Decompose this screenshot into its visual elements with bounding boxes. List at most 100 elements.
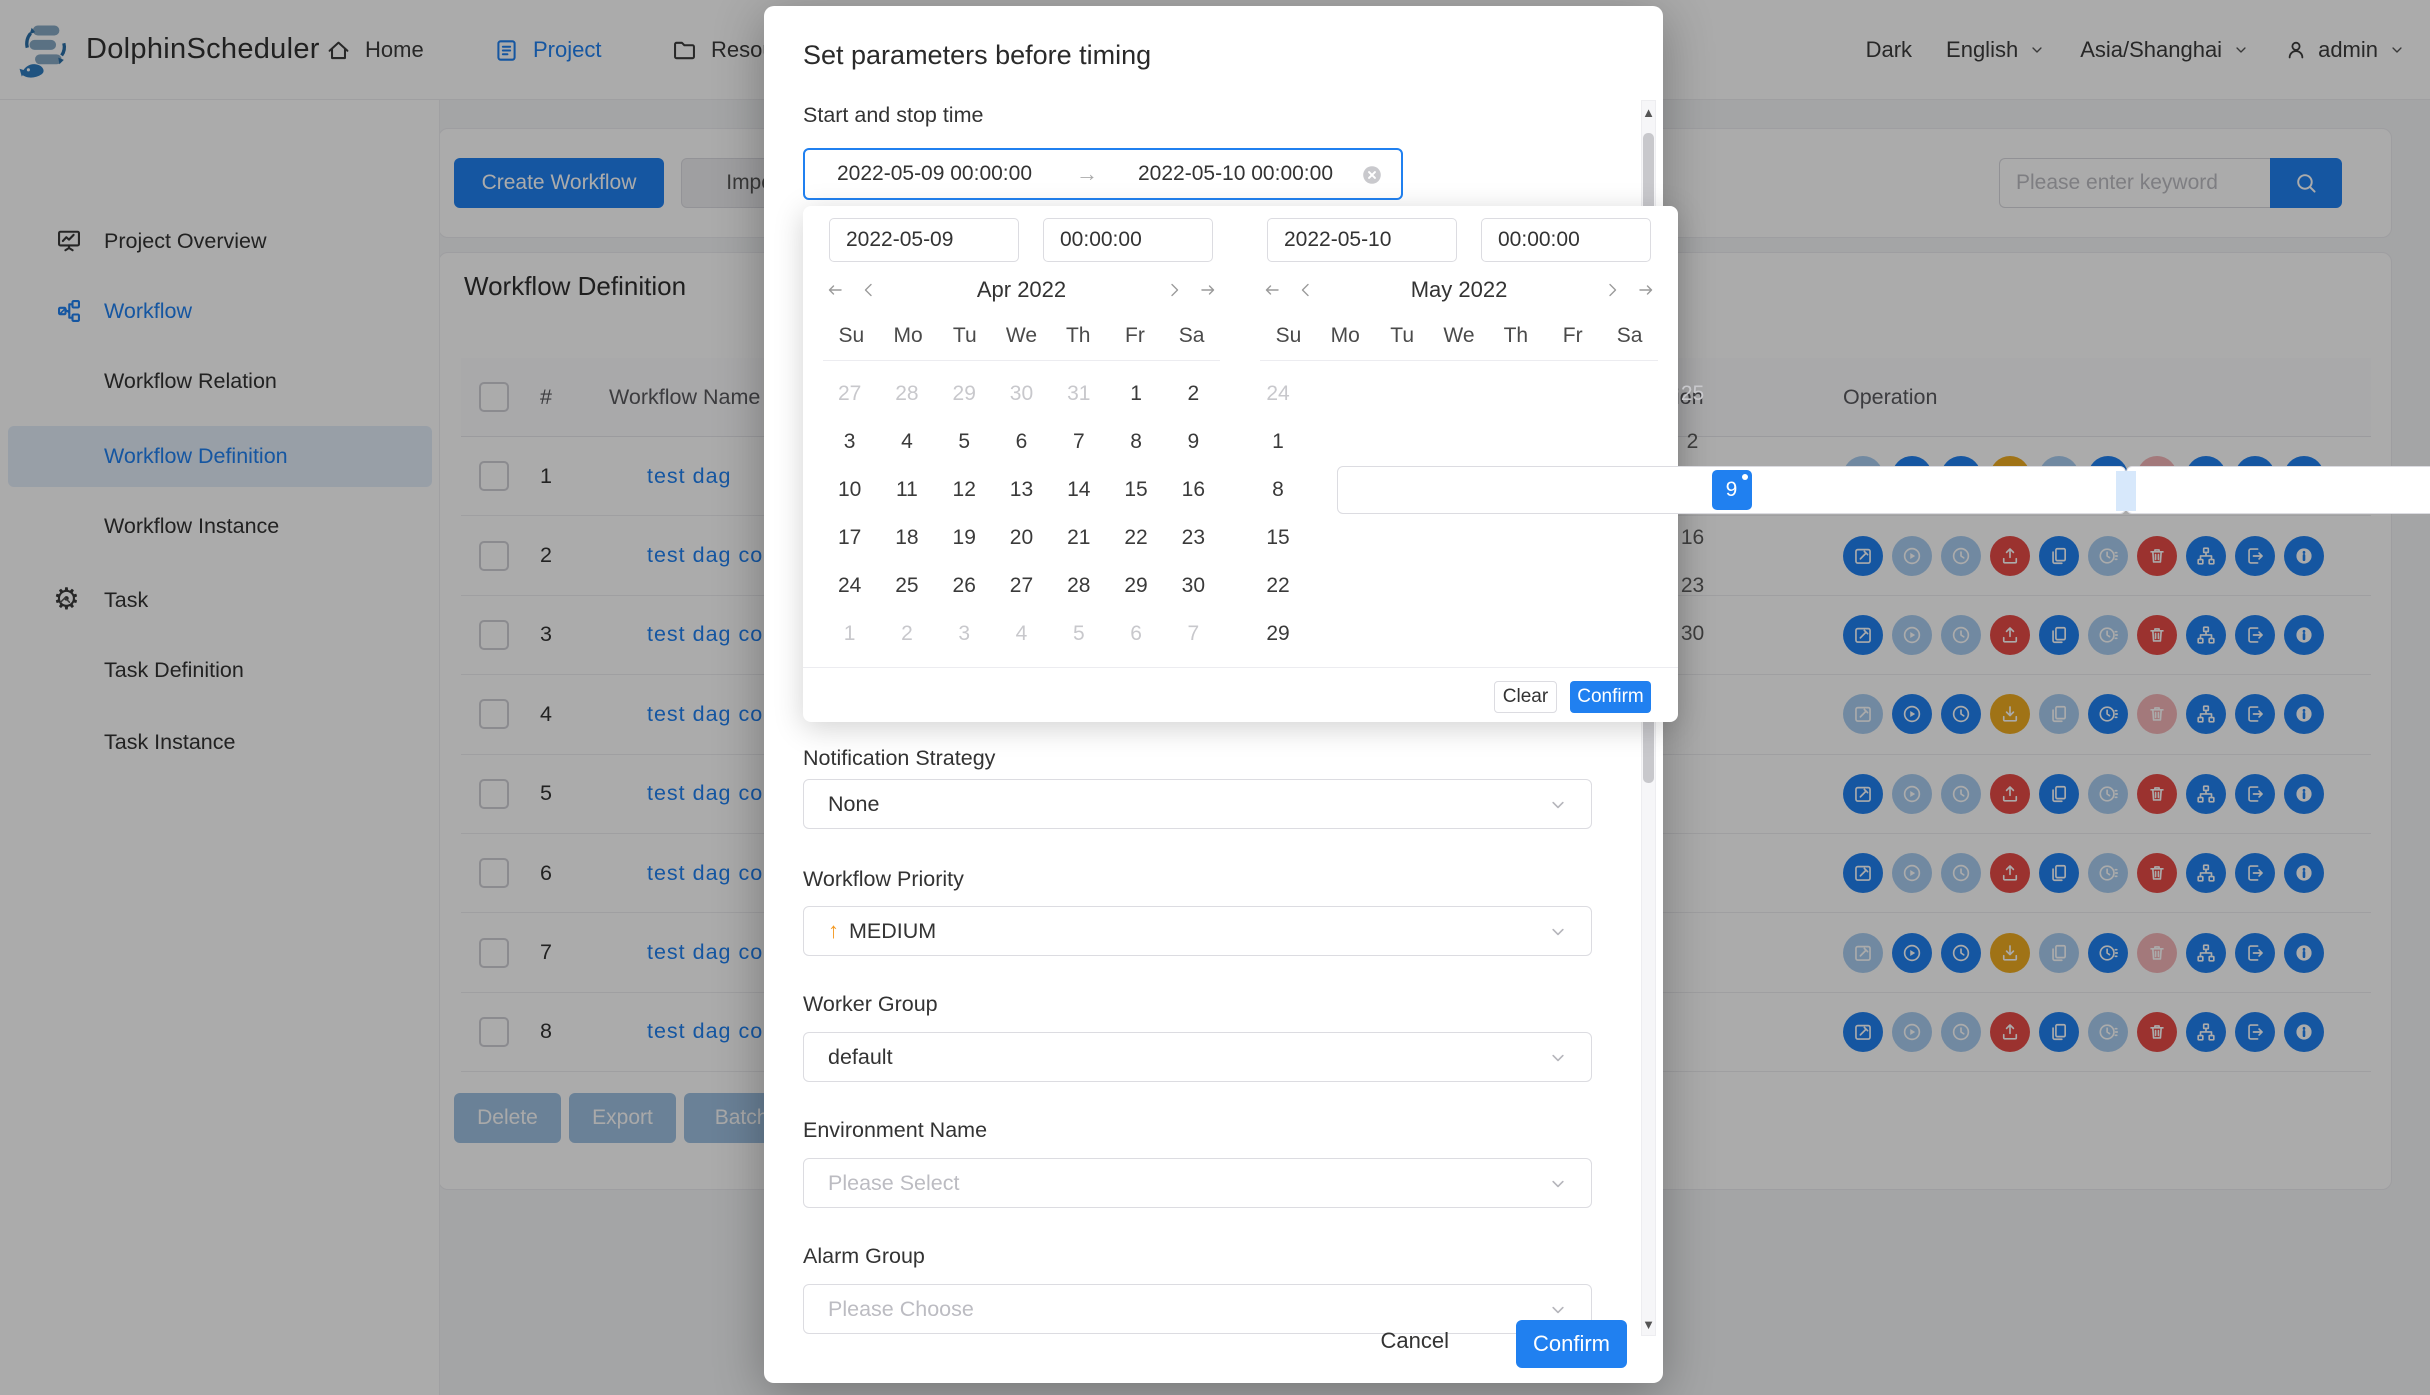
fast-prev-icon[interactable]: [1262, 280, 1282, 300]
calendar-day-25[interactable]: 25: [1673, 374, 1713, 414]
calendar-day-2[interactable]: 2: [1673, 422, 1713, 462]
calendar-day: 26: [936, 562, 993, 610]
calendar-day-22[interactable]: 22: [1116, 518, 1156, 558]
fast-next-icon[interactable]: [1636, 280, 1656, 300]
calendar-day-8[interactable]: 8: [1116, 422, 1156, 462]
calendar-day-2[interactable]: 2: [1173, 374, 1213, 414]
calendar-day-30[interactable]: 30: [1673, 614, 1713, 654]
next-icon[interactable]: [1602, 280, 1622, 300]
calendar-day-20[interactable]: 20: [1001, 518, 1041, 558]
calendar-day: 4: [878, 418, 935, 466]
calendar-day: 17: [2087, 514, 2430, 562]
cancel-button[interactable]: Cancel: [1381, 1328, 1449, 1354]
calendar-day-11[interactable]: 11: [887, 470, 927, 510]
clear-button[interactable]: Clear: [1494, 681, 1557, 713]
calendar-day-8[interactable]: 8: [1258, 470, 1298, 510]
calendar-day-28[interactable]: 28: [1059, 566, 1099, 606]
worker-group-select[interactable]: default: [803, 1032, 1592, 1082]
calendar-day-12[interactable]: 12: [944, 470, 984, 510]
fast-next-icon[interactable]: [1198, 280, 1218, 300]
calendar-day-7[interactable]: 7: [1173, 614, 1213, 654]
calendar-day-27[interactable]: 27: [1001, 566, 1041, 606]
calendar-day: 2: [1165, 370, 1222, 418]
calendar-day-5[interactable]: 5: [1059, 614, 1099, 654]
calendar-day: 25: [1298, 370, 2087, 418]
calendar-day-18[interactable]: 18: [887, 518, 927, 558]
calendar-day-5[interactable]: 5: [944, 422, 984, 462]
end-time-input[interactable]: 00:00:00: [1481, 218, 1651, 262]
calendar-day-7[interactable]: 7: [1059, 422, 1099, 462]
confirm-button[interactable]: Confirm: [1516, 1320, 1627, 1368]
environment-name-select[interactable]: Please Select: [803, 1158, 1592, 1208]
chevron-down-icon: [1547, 1173, 1569, 1195]
calendar-day-2[interactable]: 2: [887, 614, 927, 654]
calendar-day-23[interactable]: 23: [1173, 518, 1213, 558]
calendar-day: 12: [936, 466, 993, 514]
next-icon[interactable]: [1164, 280, 1184, 300]
calendar-day: 10: [821, 466, 878, 514]
calendar-day-10[interactable]: 10: [830, 470, 870, 510]
notification-strategy-select[interactable]: None: [803, 779, 1592, 829]
calendar-day-6[interactable]: 6: [1001, 422, 1041, 462]
calendar-day: 8: [1258, 466, 1298, 514]
calendar-day-30[interactable]: 30: [1173, 566, 1213, 606]
calendar-day-24[interactable]: 24: [830, 566, 870, 606]
calendar-day-27[interactable]: 27: [830, 374, 870, 414]
calendar-day-25[interactable]: 25: [887, 566, 927, 606]
calendar-day: 24: [821, 562, 878, 610]
calendar-day-1[interactable]: 1: [1116, 374, 1156, 414]
calendar-day-17[interactable]: 17: [830, 518, 870, 558]
calendar-day-4[interactable]: 4: [887, 422, 927, 462]
calendar-day-31[interactable]: 31: [1059, 374, 1099, 414]
calendar-day-22[interactable]: 22: [1258, 566, 1298, 606]
end-date-input[interactable]: 2022-05-10: [1267, 218, 1457, 262]
app-root: DolphinScheduler HomeProjectResources Da…: [0, 0, 2430, 1395]
workflow-priority-select[interactable]: ↑ MEDIUM: [803, 906, 1592, 956]
calendar-day-3[interactable]: 3: [830, 422, 870, 462]
environment-name-placeholder: Please Select: [828, 1171, 959, 1196]
datepicker-footer: Clear Confirm: [803, 667, 1678, 722]
calendar-day: 1: [821, 610, 878, 658]
calendar-day-6[interactable]: 6: [1116, 614, 1156, 654]
date-range-input[interactable]: 2022-05-09 00:00:00 → 2022-05-10 00:00:0…: [803, 148, 1403, 200]
weekday-label: Fr: [1107, 312, 1164, 360]
prev-icon[interactable]: [859, 280, 879, 300]
calendar-day-23[interactable]: 23: [1673, 566, 1713, 606]
calendar-day-selected: 10: [2126, 466, 2430, 514]
fast-prev-icon[interactable]: [825, 280, 845, 300]
calendar-day-24[interactable]: 24: [1258, 374, 1298, 414]
calendar-day-26[interactable]: 26: [944, 566, 984, 606]
calendar-day-9[interactable]: 9: [1173, 422, 1213, 462]
clear-range-icon[interactable]: [1361, 164, 1383, 186]
calendar-day-4[interactable]: 4: [1001, 614, 1041, 654]
calendar-day-28[interactable]: 28: [887, 374, 927, 414]
scroll-up-icon[interactable]: ▲: [1642, 101, 1655, 123]
calendar-day-14[interactable]: 14: [1059, 470, 1099, 510]
range-start-value: 2022-05-09 00:00:00: [837, 162, 1032, 186]
start-time-input[interactable]: 00:00:00: [1043, 218, 1213, 262]
calendar-day-21[interactable]: 21: [1059, 518, 1099, 558]
calendar-day-15[interactable]: 15: [1116, 470, 1156, 510]
calendar-day-16[interactable]: 16: [1173, 470, 1213, 510]
chevron-down-icon: [1547, 921, 1569, 943]
start-date-input[interactable]: 2022-05-09: [829, 218, 1019, 262]
calendar-day-1[interactable]: 1: [1258, 422, 1298, 462]
datepicker-confirm-button[interactable]: Confirm: [1570, 681, 1651, 713]
calendar-day: 21: [1050, 514, 1107, 562]
calendar-day-3[interactable]: 3: [944, 614, 984, 654]
calendar-day-29[interactable]: 29: [1258, 614, 1298, 654]
calendar-day: 16: [1298, 514, 2087, 562]
prev-icon[interactable]: [1296, 280, 1316, 300]
calendar-day-15[interactable]: 15: [1258, 518, 1298, 558]
calendar-day-16[interactable]: 16: [1673, 518, 1713, 558]
calendar-day-1[interactable]: 1: [830, 614, 870, 654]
weekday-label: Mo: [880, 312, 937, 360]
weekday-label: Tu: [1374, 312, 1431, 360]
calendar-day-13[interactable]: 13: [1001, 470, 1041, 510]
calendar-day-9[interactable]: 9: [1712, 470, 1752, 510]
calendar-day-29[interactable]: 29: [944, 374, 984, 414]
calendar-day-29[interactable]: 29: [1116, 566, 1156, 606]
calendar-day: 27: [993, 562, 1050, 610]
calendar-day-30[interactable]: 30: [1001, 374, 1041, 414]
calendar-day-19[interactable]: 19: [944, 518, 984, 558]
